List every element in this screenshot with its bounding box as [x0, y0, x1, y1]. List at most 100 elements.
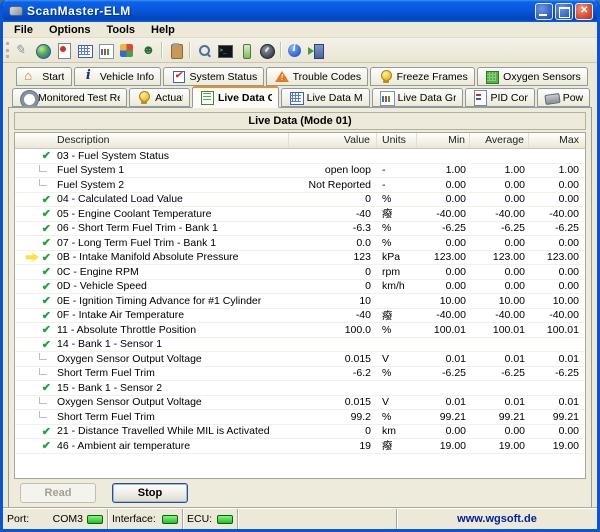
col-min[interactable]: Min [417, 133, 470, 148]
col-description[interactable]: Description [15, 133, 289, 148]
gauge-button[interactable] [256, 40, 277, 60]
row-description: 03 - Fuel System Status [55, 150, 289, 162]
table-row[interactable]: 07 - Long Term Fuel Trim - Bank 10.0%0.0… [15, 236, 585, 251]
table-row[interactable]: 03 - Fuel System Status [15, 149, 585, 164]
menu-options[interactable]: Options [42, 24, 98, 36]
row-units: % [377, 222, 417, 234]
row-min: 10.00 [417, 295, 470, 307]
tree-branch-icon [39, 411, 47, 418]
row-marker [15, 323, 55, 336]
table-row[interactable]: 05 - Engine Coolant Temperature-40癈-40.0… [15, 207, 585, 222]
tab-live-data-meter[interactable]: Live Data Meter [281, 88, 370, 107]
tab-live-data-grid[interactable]: Live Data Grid [192, 86, 279, 108]
tab-actuator[interactable]: Actuator [129, 88, 190, 107]
row-average: -40.00 [470, 309, 529, 321]
table-row[interactable]: 06 - Short Term Fuel Trim - Bank 1-6.3%-… [15, 222, 585, 237]
col-average[interactable]: Average [470, 133, 529, 148]
row-marker [15, 149, 55, 162]
row-description: 14 - Bank 1 - Sensor 1 [55, 338, 289, 350]
website-link[interactable]: www.wgsoft.de [457, 513, 537, 525]
live-data-graph-icon [379, 90, 395, 105]
exit-button[interactable] [305, 40, 326, 60]
table-row[interactable]: 0C - Engine RPM0rpm0.000.000.00 [15, 265, 585, 280]
table-row[interactable]: Short Term Fuel Trim99.2%99.2199.2199.21 [15, 410, 585, 425]
row-max: 0.00 [529, 280, 585, 292]
row-max: 99.21 [529, 411, 585, 423]
row-max: 0.00 [529, 425, 585, 437]
table-row[interactable]: 15 - Bank 1 - Sensor 2 [15, 381, 585, 396]
terminal-button[interactable] [214, 40, 235, 60]
status-ecu-panel: ECU: [183, 509, 238, 529]
tab-label: Actuator [155, 92, 183, 104]
search-button[interactable] [193, 40, 214, 60]
table-row[interactable]: Fuel System 1open loop-1.001.001.00 [15, 164, 585, 179]
table-row[interactable]: 0B - Intake Manifold Absolute Pressure12… [15, 251, 585, 266]
table-row[interactable]: 0F - Intake Air Temperature-40癈-40.00-40… [15, 309, 585, 324]
tab-monitored-test-results[interactable]: Monitored Test Results [12, 88, 127, 107]
supported-check-icon [42, 236, 51, 249]
row-description: 0E - Ignition Timing Advance for #1 Cyli… [55, 295, 289, 307]
close-button[interactable] [575, 3, 593, 20]
supported-check-icon [42, 381, 51, 394]
table-row[interactable]: 0D - Vehicle Speed0km/h0.000.000.00 [15, 280, 585, 295]
table-row[interactable]: 21 - Distance Travelled While MIL is Act… [15, 425, 585, 440]
table-row[interactable]: Fuel System 2Not Reported-0.000.000.00 [15, 178, 585, 193]
row-value: 0 [289, 193, 377, 205]
table-row[interactable]: 04 - Calculated Load Value0%0.000.000.00 [15, 193, 585, 208]
info-button[interactable] [284, 40, 305, 60]
table-row[interactable]: Oxygen Sensor Output Voltage0.015V0.010.… [15, 352, 585, 367]
table-row[interactable]: Short Term Fuel Trim-6.2%-6.25-6.25-6.25 [15, 367, 585, 382]
col-units[interactable]: Units [377, 133, 417, 148]
clipboard-button[interactable] [165, 40, 186, 60]
menu-help[interactable]: Help [144, 24, 182, 36]
table-row[interactable]: 11 - Absolute Throttle Position100.0%100… [15, 323, 585, 338]
table-row[interactable]: 0E - Ignition Timing Advance for #1 Cyli… [15, 294, 585, 309]
tab-system-status[interactable]: System Status [163, 67, 264, 86]
row-units: rpm [377, 266, 417, 278]
menu-file[interactable]: File [7, 24, 40, 36]
web-button[interactable] [32, 40, 53, 60]
data-grid-icon [77, 43, 93, 58]
row-marker [15, 179, 55, 190]
tab-row-2: Monitored Test Results Actuator Live Data … [8, 86, 592, 107]
stop-button[interactable]: Stop [112, 483, 188, 503]
row-marker [15, 397, 55, 408]
tab-start[interactable]: Start [16, 67, 72, 86]
battery-button[interactable] [235, 40, 256, 60]
tab-trouble-codes[interactable]: Trouble Codes [266, 67, 368, 86]
connect-button[interactable] [11, 40, 32, 60]
row-min: 123.00 [417, 251, 470, 263]
live-data-rows: 03 - Fuel System Status Fuel System 1open… [15, 149, 585, 478]
settings-button[interactable] [116, 40, 137, 60]
table-row[interactable]: 14 - Bank 1 - Sensor 1 [15, 338, 585, 353]
user-button[interactable] [137, 40, 158, 60]
tab-label: Vehicle Info [100, 71, 154, 83]
status-interface-panel: Interface: [108, 509, 183, 529]
row-min: 19.00 [417, 440, 470, 452]
col-value[interactable]: Value [289, 133, 377, 148]
row-value: Not Reported [289, 179, 377, 191]
row-min: -6.25 [417, 367, 470, 379]
row-marker [15, 353, 55, 364]
tab-live-data-graph[interactable]: Live Data Graph [372, 88, 463, 107]
row-value: -40 [289, 309, 377, 321]
row-marker [15, 338, 55, 351]
data-grid-button[interactable] [74, 40, 95, 60]
row-min: 0.01 [417, 396, 470, 408]
maximize-button[interactable] [555, 3, 573, 20]
chart-button[interactable] [95, 40, 116, 60]
menu-tools[interactable]: Tools [100, 24, 143, 36]
table-row[interactable]: Oxygen Sensor Output Voltage0.015V0.010.… [15, 396, 585, 411]
tab-pid-config[interactable]: PID Config [465, 88, 535, 107]
col-max[interactable]: Max [529, 133, 585, 148]
table-row[interactable]: 46 - Ambient air temperature19癈19.0019.0… [15, 439, 585, 454]
titlebar[interactable]: ScanMaster-ELM [3, 0, 597, 22]
tab-freeze-frames[interactable]: Freeze Frames [370, 67, 475, 86]
row-marker [15, 165, 55, 176]
report-button[interactable] [53, 40, 74, 60]
tab-vehicle-info[interactable]: Vehicle Info [74, 67, 162, 86]
tab-power[interactable]: Power [537, 88, 590, 107]
read-button[interactable]: Read [20, 483, 96, 503]
minimize-button[interactable] [535, 3, 553, 20]
tab-oxygen-sensors[interactable]: Oxygen Sensors [477, 67, 588, 86]
